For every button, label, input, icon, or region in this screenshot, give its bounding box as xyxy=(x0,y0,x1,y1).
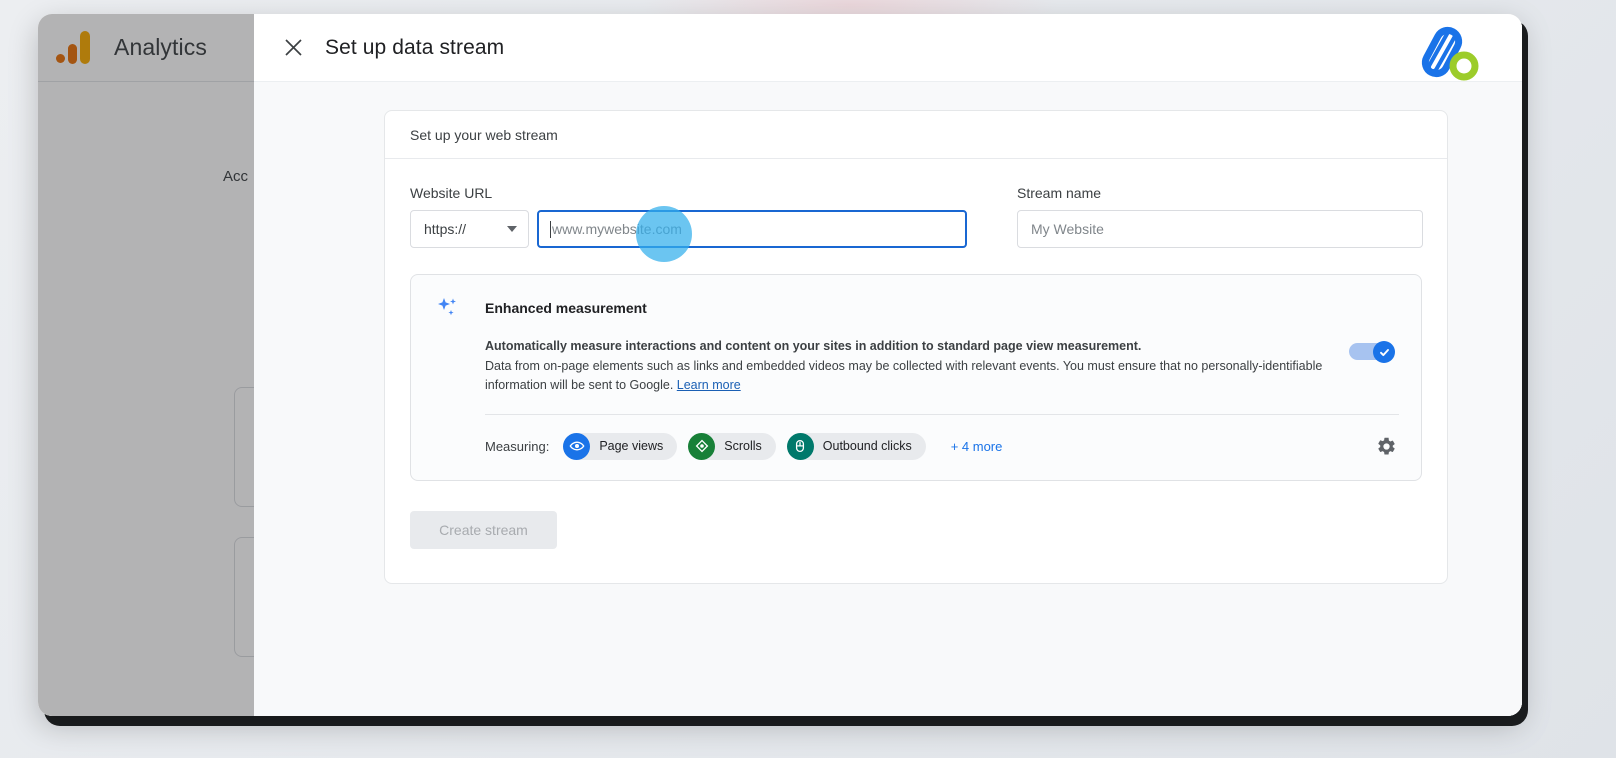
toggle-thumb xyxy=(1373,341,1395,363)
chevron-down-icon xyxy=(507,226,517,232)
ga4-logo xyxy=(1406,24,1484,82)
enhanced-measurement-panel: Enhanced measurement Automatically measu… xyxy=(410,274,1422,481)
card-heading: Set up your web stream xyxy=(410,126,558,143)
gear-icon[interactable] xyxy=(1373,433,1399,459)
enhanced-measurement-description: Automatically measure interactions and c… xyxy=(435,337,1349,396)
chip-page-views[interactable]: Page views xyxy=(563,432,678,460)
enhanced-measurement-toggle[interactable] xyxy=(1349,341,1395,363)
enhanced-measurement-title: Enhanced measurement xyxy=(485,300,647,316)
stream-name-input[interactable]: My Website xyxy=(1017,210,1423,248)
set-up-data-stream-dialog: Set up data stream Set up your web strea… xyxy=(254,14,1522,716)
more-events-link[interactable]: + 4 more xyxy=(951,439,1003,454)
chip-label: Outbound clicks xyxy=(822,439,912,453)
stream-name-placeholder: My Website xyxy=(1031,221,1104,237)
dialog-body: Set up your web stream Website URL https… xyxy=(254,82,1522,716)
eye-icon xyxy=(563,432,591,460)
create-stream-button[interactable]: Create stream xyxy=(410,510,557,549)
card-header: Set up your web stream xyxy=(385,111,1447,159)
website-url-label: Website URL xyxy=(410,185,493,201)
stream-name-label: Stream name xyxy=(1017,185,1102,201)
close-icon[interactable] xyxy=(280,35,306,61)
divider xyxy=(485,413,1399,415)
learn-more-link[interactable]: Learn more xyxy=(677,378,741,392)
enhanced-measurement-header: Enhanced measurement xyxy=(435,295,1399,321)
dialog-header: Set up data stream xyxy=(254,14,1522,82)
chip-label: Page views xyxy=(599,439,664,453)
description-rest: Data from on-page elements such as links… xyxy=(485,358,1323,393)
chip-label: Scrolls xyxy=(724,439,762,453)
mouse-icon xyxy=(786,432,814,460)
website-url-controls: https:// www.mywebsite.com xyxy=(410,210,967,248)
stream-name-group: Stream name My Website xyxy=(1017,185,1423,248)
chip-outbound-clicks[interactable]: Outbound clicks xyxy=(786,432,926,460)
measuring-label: Measuring: xyxy=(485,438,550,454)
website-url-group: Website URL https:// www.mywebsite.com xyxy=(410,185,967,248)
desktop-background: Analytics Acc Set up data stream Set up … xyxy=(0,0,1616,758)
card-content: Website URL https:// www.mywebsite.com S… xyxy=(385,159,1447,583)
scroll-icon xyxy=(688,432,716,460)
fields-row: Website URL https:// www.mywebsite.com S… xyxy=(410,185,1423,248)
text-cursor xyxy=(550,220,551,238)
app-window: Analytics Acc Set up data stream Set up … xyxy=(38,14,1522,716)
page-title: Set up data stream xyxy=(325,35,505,59)
sparkle-icon xyxy=(435,295,461,321)
protocol-select[interactable]: https:// xyxy=(410,210,529,248)
description-lead: Automatically measure interactions and c… xyxy=(485,339,1142,353)
measuring-row: Measuring: Page views Scrolls Outbound c… xyxy=(435,432,1399,460)
protocol-select-value: https:// xyxy=(424,221,467,237)
website-url-input[interactable]: www.mywebsite.com xyxy=(537,210,967,248)
web-stream-card: Set up your web stream Website URL https… xyxy=(384,110,1448,584)
enhanced-measurement-description-row: Automatically measure interactions and c… xyxy=(435,337,1399,396)
chip-scrolls[interactable]: Scrolls xyxy=(688,432,776,460)
website-url-placeholder: www.mywebsite.com xyxy=(552,221,682,237)
